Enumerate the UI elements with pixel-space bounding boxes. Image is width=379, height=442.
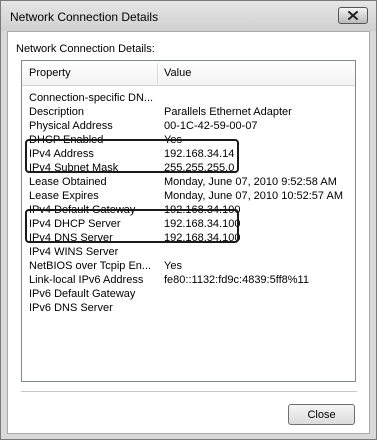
row-value: Parallels Ethernet Adapter <box>164 106 292 118</box>
row-property: IPv4 Address <box>29 148 94 160</box>
details-list[interactable]: Property Value Connection-specific DN...… <box>21 60 356 382</box>
row-value: 192.168.34.100 <box>164 232 241 244</box>
row-property: IPv4 Default Gateway <box>29 204 136 216</box>
row-value: 192.168.34.100 <box>164 204 241 216</box>
title-bar: Network Connection Details <box>1 1 376 31</box>
close-icon <box>348 11 358 20</box>
table-row[interactable]: Lease Expires Monday, June 07, 2010 10:52… <box>22 190 355 204</box>
table-row[interactable]: IPv4 WINS Server <box>22 246 355 260</box>
row-property: Lease Obtained <box>29 176 107 188</box>
table-row[interactable]: NetBIOS over Tcpip En... Yes <box>22 260 355 274</box>
bottom-separator <box>21 391 357 393</box>
row-property: IPv6 Default Gateway <box>29 288 136 300</box>
row-property: IPv4 Subnet Mask <box>29 162 119 174</box>
row-property: Connection-specific DN... <box>29 92 154 104</box>
list-header: Property Value <box>22 61 355 86</box>
table-row[interactable]: IPv4 Address 192.168.34.14 <box>22 148 355 162</box>
table-row[interactable]: IPv6 Default Gateway <box>22 288 355 302</box>
row-property: Lease Expires <box>29 190 99 202</box>
table-row[interactable]: Physical Address 00-1C-42-59-00-07 <box>22 120 355 134</box>
row-property: Physical Address <box>29 120 113 132</box>
row-property: IPv4 DNS Server <box>29 232 113 244</box>
table-row[interactable]: Lease Obtained Monday, June 07, 2010 9:52… <box>22 176 355 190</box>
row-property: Link-local IPv6 Address <box>29 274 144 286</box>
table-row[interactable]: IPv4 Default Gateway 192.168.34.100 <box>22 204 355 218</box>
table-row[interactable]: Description Parallels Ethernet Adapter <box>22 106 355 120</box>
row-property: NetBIOS over Tcpip En... <box>29 260 152 272</box>
column-header-property[interactable]: Property <box>29 67 71 79</box>
table-row[interactable]: Connection-specific DN... <box>22 92 355 106</box>
table-row[interactable]: IPv4 DNS Server 192.168.34.100 <box>22 232 355 246</box>
row-value: 00-1C-42-59-00-07 <box>164 120 258 132</box>
row-value: 255.255.255.0 <box>164 162 235 174</box>
row-value: 192.168.34.100 <box>164 218 241 230</box>
row-property: Description <box>29 106 85 118</box>
row-value: Monday, June 07, 2010 10:52:57 AM <box>164 190 343 202</box>
window-title: Network Connection Details <box>10 10 159 24</box>
window-close-button[interactable] <box>338 7 368 24</box>
row-value: Yes <box>164 134 182 146</box>
row-property: IPv4 WINS Server <box>29 246 119 258</box>
column-header-value[interactable]: Value <box>164 67 191 79</box>
details-group-label: Network Connection Details: <box>16 43 155 55</box>
network-connection-details-window: Network Connection Details Network Conne… <box>0 0 377 440</box>
row-property: DHCP Enabled <box>29 134 104 146</box>
close-button[interactable]: Close <box>288 404 355 425</box>
column-divider[interactable] <box>157 63 158 84</box>
row-property: IPv4 DHCP Server <box>29 218 121 230</box>
row-property: IPv6 DNS Server <box>29 302 113 314</box>
row-value: fe80::1132:fd9c:4839:5ff8%11 <box>164 274 309 286</box>
table-row[interactable]: DHCP Enabled Yes <box>22 134 355 148</box>
table-row[interactable]: Link-local IPv6 Address fe80::1132:fd9c:4… <box>22 274 355 288</box>
table-row[interactable]: IPv4 DHCP Server 192.168.34.100 <box>22 218 355 232</box>
row-value: Monday, June 07, 2010 9:52:58 AM <box>164 176 337 188</box>
table-row[interactable]: IPv6 DNS Server <box>22 302 355 316</box>
list-rows: Connection-specific DN... Description Para… <box>22 92 355 316</box>
dialog-client-area: Network Connection Details: Property Val… <box>7 31 370 434</box>
row-value: 192.168.34.14 <box>164 148 235 160</box>
table-row[interactable]: IPv4 Subnet Mask 255.255.255.0 <box>22 162 355 176</box>
row-value: Yes <box>164 260 182 272</box>
